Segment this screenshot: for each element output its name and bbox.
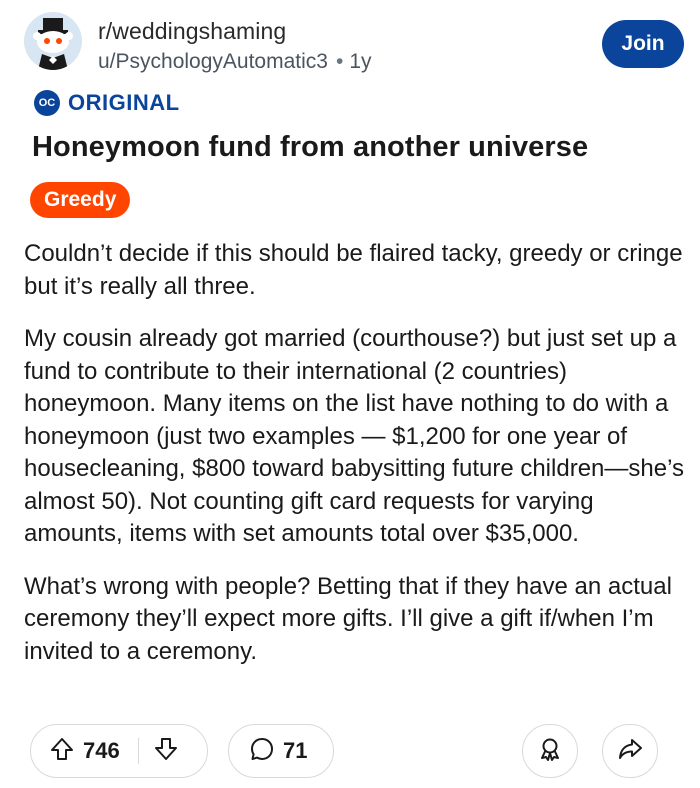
meta-separator: • (335, 50, 344, 73)
oc-badge-icon: OC (34, 90, 60, 116)
post-title[interactable]: Honeymoon fund from another universe (32, 131, 588, 164)
body-paragraph: Couldn’t decide if this should be flaire… (24, 240, 683, 300)
vote-score: 746 (83, 738, 120, 763)
oc-label: ORIGINAL (68, 90, 180, 115)
body-paragraph: What’s wrong with people? Betting that i… (24, 572, 672, 665)
share-button[interactable] (602, 724, 658, 778)
vote-bar: 746 (30, 724, 208, 778)
post-age: 1y (349, 50, 372, 73)
body-paragraph: My cousin already got married (courthous… (24, 325, 684, 547)
post-meta: u/PsychologyAutomatic3 • 1y (98, 50, 372, 74)
comments-button[interactable]: 71 (228, 724, 334, 778)
comment-bubble-icon (249, 736, 275, 767)
subreddit-avatar-icon[interactable] (24, 12, 82, 70)
upvote-arrow-icon[interactable] (49, 736, 75, 767)
downvote-arrow-icon[interactable] (153, 736, 179, 767)
award-button[interactable] (522, 724, 578, 778)
post-header: r/weddingshaming u/PsychologyAutomatic3 •… (24, 12, 684, 76)
share-arrow-icon (617, 736, 643, 767)
join-button[interactable]: Join (602, 20, 684, 68)
post-body: Couldn’t decide if this should be flaire… (24, 238, 684, 688)
comment-count: 71 (283, 738, 308, 763)
subreddit-name[interactable]: r/weddingshaming (98, 18, 286, 45)
author-link[interactable]: u/PsychologyAutomatic3 (98, 50, 328, 73)
vote-divider (137, 738, 140, 764)
award-icon (537, 736, 563, 767)
oc-tag: OC ORIGINAL (34, 90, 180, 116)
post-actions: 746 71 (0, 724, 700, 780)
post-flair[interactable]: Greedy (30, 182, 131, 218)
